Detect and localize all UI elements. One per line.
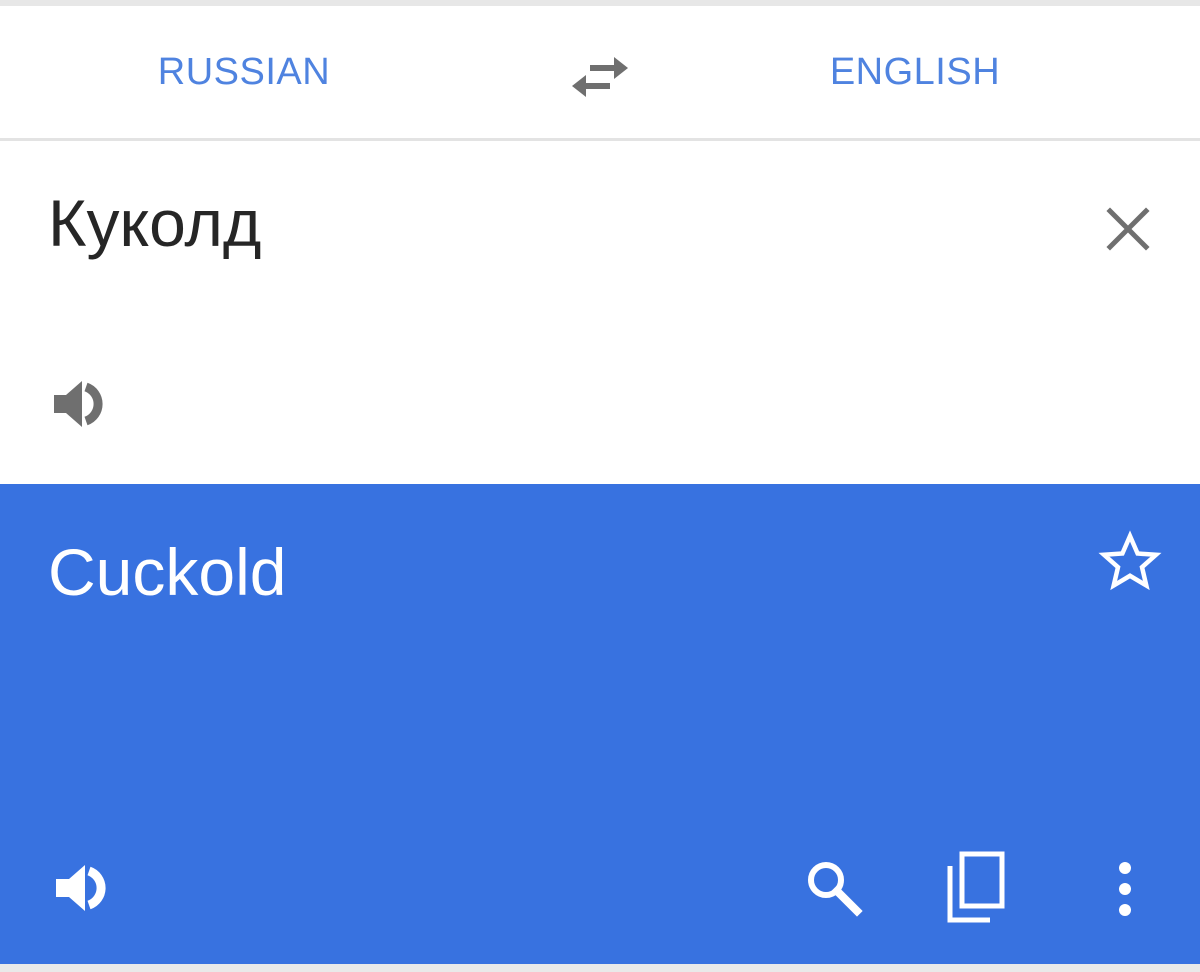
- source-input-area[interactable]: Куколд: [0, 141, 1200, 484]
- bottom-divider: [0, 964, 1200, 972]
- search-button[interactable]: [802, 856, 866, 920]
- copy-icon: [947, 851, 1005, 923]
- speaker-icon: [54, 381, 103, 427]
- swap-languages-button[interactable]: [568, 48, 632, 104]
- result-listen-button[interactable]: [52, 856, 116, 920]
- target-language-button[interactable]: ENGLISH: [730, 6, 1100, 138]
- close-icon: [1106, 207, 1150, 251]
- search-icon: [808, 862, 863, 917]
- source-text[interactable]: Куколд: [48, 185, 261, 261]
- more-options-button[interactable]: [1100, 854, 1150, 924]
- language-bar: RUSSIAN ENGLISH: [0, 6, 1200, 141]
- translated-text[interactable]: Cuckold: [48, 534, 286, 610]
- favorite-button[interactable]: [1098, 530, 1162, 594]
- copy-button[interactable]: [940, 850, 1010, 926]
- more-vert-icon: [1119, 862, 1131, 916]
- swap-arrows-icon: [572, 57, 628, 97]
- translation-result-card: Cuckold: [0, 484, 1200, 964]
- source-listen-button[interactable]: [50, 373, 112, 435]
- source-language-button[interactable]: RUSSIAN: [60, 6, 428, 138]
- translate-screen: RUSSIAN ENGLISH Куколд Cuckold: [0, 0, 1200, 972]
- speaker-icon: [56, 865, 106, 911]
- clear-input-button[interactable]: [1100, 201, 1156, 257]
- star-outline-icon: [1098, 530, 1162, 591]
